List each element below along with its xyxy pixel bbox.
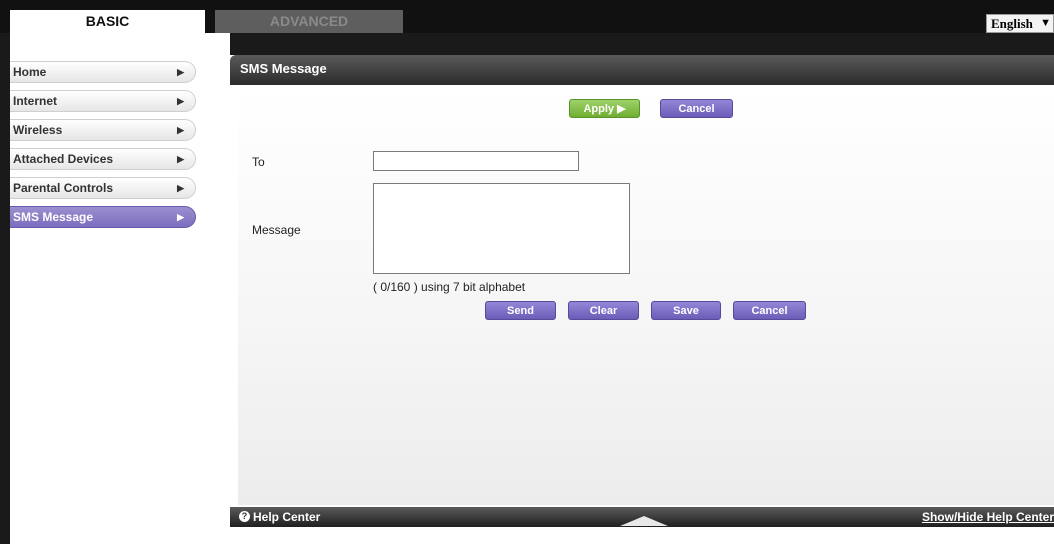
sidebar: Home ▶ Internet ▶ Wireless ▶ Attached De… [10, 33, 230, 544]
page-title: SMS Message [230, 55, 1054, 85]
triangle-right-icon: ▶ [177, 125, 184, 135]
triangle-right-icon: ▶ [177, 154, 184, 164]
triangle-right-icon: ▶ [177, 183, 184, 193]
sidebar-item-home[interactable]: Home ▶ [10, 61, 196, 83]
sidebar-item-label: SMS Message [13, 210, 94, 224]
triangle-up-icon[interactable] [620, 516, 668, 526]
sidebar-item-wireless[interactable]: Wireless ▶ [10, 119, 196, 141]
char-count: ( 0/160 ) using 7 bit alphabet [373, 280, 526, 294]
to-field[interactable] [373, 151, 579, 171]
cancel-message-button[interactable]: Cancel [733, 301, 806, 320]
help-center-bar: ? Help Center Show/Hide Help Center [230, 507, 1054, 527]
language-select[interactable]: English ▼ [986, 14, 1054, 33]
sidebar-item-label: Parental Controls [13, 181, 114, 195]
sidebar-item-label: Internet [13, 94, 58, 108]
sidebar-item-internet[interactable]: Internet ▶ [10, 90, 196, 112]
show-hide-help-link[interactable]: Show/Hide Help Center [922, 507, 1054, 527]
top-bar: BASIC ADVANCED English ▼ [0, 0, 1054, 33]
sidebar-item-parental-controls[interactable]: Parental Controls ▶ [10, 177, 196, 199]
tab-advanced[interactable]: ADVANCED [215, 10, 403, 33]
cancel-button[interactable]: Cancel [660, 99, 733, 118]
message-label: Message [252, 223, 301, 237]
triangle-right-icon: ▶ [177, 212, 184, 222]
message-textarea[interactable] [373, 183, 630, 274]
sidebar-item-label: Attached Devices [13, 152, 114, 166]
sidebar-item-attached-devices[interactable]: Attached Devices ▶ [10, 148, 196, 170]
form-area: Apply ▶ Cancel To Message ( 0/160 ) usin… [238, 85, 1054, 505]
bottom-strip [230, 527, 1054, 544]
triangle-right-icon: ▶ [177, 96, 184, 106]
sidebar-item-label: Wireless [13, 123, 63, 137]
tab-basic[interactable]: BASIC [10, 10, 205, 33]
question-circle-icon: ? [239, 511, 250, 522]
clear-button[interactable]: Clear [568, 301, 639, 320]
sidebar-item-sms-message[interactable]: SMS Message ▶ [10, 206, 196, 228]
sidebar-item-label: Home [13, 65, 47, 79]
save-button[interactable]: Save [651, 301, 721, 320]
to-label: To [252, 155, 265, 169]
send-button[interactable]: Send [485, 301, 556, 320]
apply-button[interactable]: Apply ▶ [569, 99, 640, 118]
chevron-down-icon: ▼ [1040, 17, 1051, 29]
language-selected-label: English [991, 16, 1033, 31]
help-center-label[interactable]: Help Center [253, 507, 320, 527]
triangle-right-icon: ▶ [177, 67, 184, 77]
content-panel: SMS Message Apply ▶ Cancel To Message ( … [230, 55, 1054, 527]
